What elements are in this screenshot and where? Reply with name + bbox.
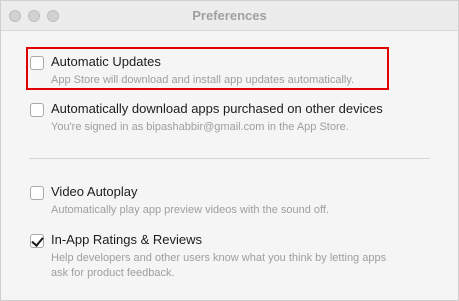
auto-download-checkbox[interactable] (30, 103, 44, 117)
in-app-ratings-label: In-App Ratings & Reviews (51, 232, 203, 247)
video-autoplay-label: Video Autoplay (51, 184, 138, 199)
highlight-box (26, 47, 389, 90)
video-autoplay-checkbox[interactable] (30, 186, 44, 200)
auto-download-label: Automatically download apps purchased on… (51, 101, 383, 116)
auto-download-description: You're signed in as bipashabbir@gmail.co… (51, 121, 349, 133)
in-app-ratings-description-line1: Help developers and other users know wha… (51, 252, 387, 264)
video-autoplay-description: Automatically play app preview videos wi… (51, 204, 330, 216)
preferences-window: Preferences Automatic Updates App Store … (0, 0, 459, 301)
window-title: Preferences (192, 8, 267, 23)
in-app-ratings-description-line2: ask for product feedback. (51, 267, 175, 279)
in-app-ratings-checkbox[interactable] (30, 234, 44, 248)
title-bar: Preferences (1, 1, 458, 31)
section-divider (29, 158, 430, 159)
